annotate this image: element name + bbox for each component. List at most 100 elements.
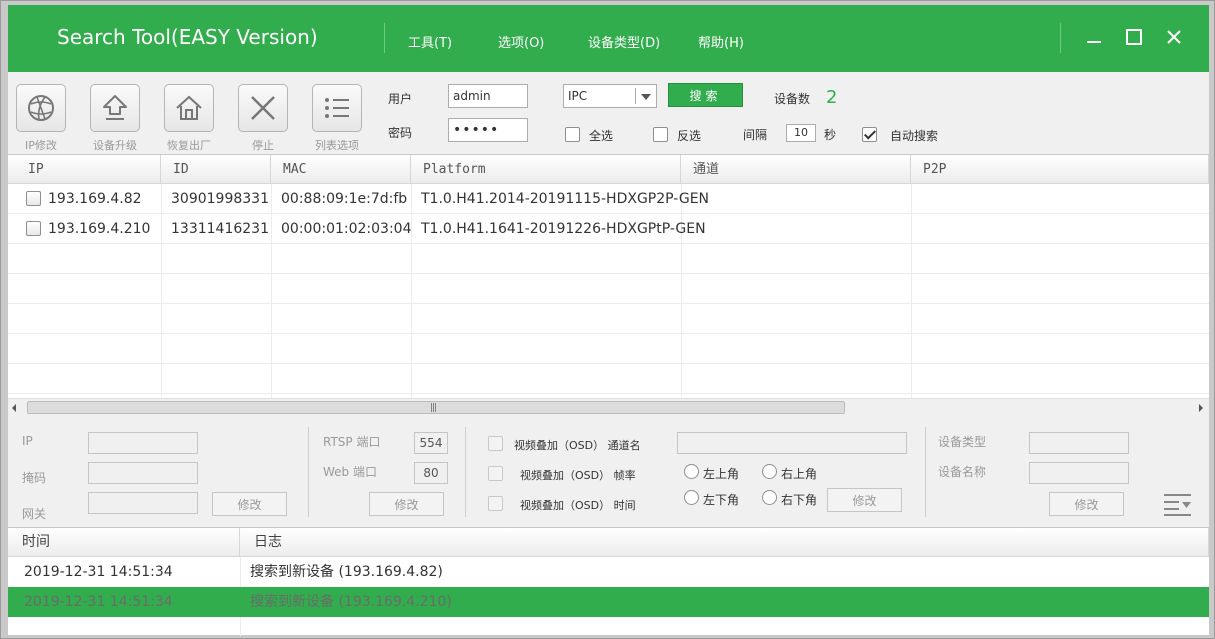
radio-bottom-left[interactable]: [684, 490, 699, 505]
invert-label: 反选: [677, 129, 702, 143]
toolbar: IP修改 设备升级 恢复出厂 停止 列表选项 用户 admin 密码 •••••…: [8, 72, 1209, 154]
modify-device-button[interactable]: 修改: [1049, 492, 1124, 516]
scroll-right-icon[interactable]: [1199, 404, 1203, 412]
tool-label: 设备升级: [93, 139, 137, 152]
menu-device-type[interactable]: 设备类型(D): [588, 32, 660, 51]
close-button[interactable]: [1160, 23, 1188, 51]
log-row[interactable]: 2019-12-31 14:51:34 搜索到新设备 (193.169.4.82…: [8, 557, 1209, 587]
radio-bottom-left-label: 左下角: [703, 493, 740, 507]
horizontal-scrollbar[interactable]: |||: [8, 398, 1209, 415]
cell-mac: 00:88:09:1e:7d:fb: [281, 191, 408, 207]
modify-port-button[interactable]: 修改: [369, 492, 444, 516]
osd-fps-checkbox[interactable]: [488, 466, 503, 481]
ip-input[interactable]: [88, 432, 198, 454]
factory-reset-tool[interactable]: 恢复出厂: [163, 84, 215, 153]
osd-fps-label: 视频叠加（OSD） 帧率: [520, 469, 636, 482]
device-type-select[interactable]: IPC: [563, 84, 657, 108]
device-upgrade-tool[interactable]: 设备升级: [89, 84, 141, 153]
web-port-input[interactable]: 80: [414, 462, 448, 484]
table-row[interactable]: 193.169.4.210 13311416231 00:00:01:02:03…: [8, 214, 1209, 244]
channel-name-input[interactable]: [677, 432, 907, 454]
log-row[interactable]: 2019-12-31 14:51:34 搜索到新设备 (193.169.4.21…: [8, 587, 1209, 617]
device-name-label: 设备名称: [938, 465, 987, 479]
tool-label: 停止: [252, 139, 274, 152]
interval-input[interactable]: 10: [786, 124, 816, 142]
radio-top-left[interactable]: [684, 464, 699, 479]
log-message: 搜索到新设备 (193.169.4.82): [250, 564, 443, 580]
cell-mac: 00:00:01:02:03:04: [281, 221, 412, 237]
menu-options[interactable]: 选项(O): [498, 32, 544, 51]
menu-expand-icon[interactable]: [1163, 491, 1193, 517]
user-input[interactable]: [448, 84, 528, 108]
invert-checkbox[interactable]: [653, 127, 668, 142]
mask-label: 掩码: [22, 471, 47, 485]
log-column-time[interactable]: 时间: [8, 528, 240, 557]
password-label: 密码: [388, 126, 413, 140]
ip-modify-tool[interactable]: IP修改: [15, 84, 67, 153]
modify-network-button[interactable]: 修改: [212, 492, 287, 516]
scroll-left-icon[interactable]: [12, 404, 16, 412]
device-count-label: 设备数: [774, 92, 811, 106]
column-header-p2p[interactable]: P2P: [911, 155, 1209, 184]
osd-time-checkbox[interactable]: [488, 496, 503, 511]
app-title: Search Tool(EASY Version): [57, 25, 318, 49]
select-divider: [635, 88, 636, 104]
column-header-channel[interactable]: 通道: [681, 155, 911, 184]
gateway-input[interactable]: [88, 492, 198, 514]
table-row[interactable]: 193.169.4.82 30901998331 00:88:09:1e:7d:…: [8, 184, 1209, 214]
log-header: 时间 日志: [8, 528, 1209, 557]
radio-top-right-label: 右上角: [781, 467, 818, 481]
column-header-platform[interactable]: Platform: [411, 155, 681, 184]
row-checkbox[interactable]: [26, 191, 41, 206]
empty-row: [8, 244, 1209, 274]
panel-separator: [308, 427, 309, 517]
row-checkbox[interactable]: [26, 221, 41, 236]
device-name-input[interactable]: [1029, 462, 1129, 484]
menu-help[interactable]: 帮助(H): [698, 32, 744, 51]
maximize-button[interactable]: [1120, 23, 1148, 51]
tool-label: IP修改: [25, 139, 57, 152]
search-button[interactable]: 搜索: [668, 83, 743, 107]
minimize-button[interactable]: [1080, 23, 1108, 51]
column-header-mac[interactable]: MAC: [271, 155, 411, 184]
radio-bottom-right[interactable]: [762, 490, 777, 505]
radio-bottom-right-label: 右下角: [781, 493, 818, 507]
scrollbar-thumb[interactable]: |||: [27, 401, 845, 414]
log-column-message[interactable]: 日志: [240, 528, 1209, 557]
password-input[interactable]: •••••: [448, 118, 528, 142]
auto-search-checkbox[interactable]: [862, 127, 877, 142]
device-table: IP ID MAC Platform 通道 P2P 193.169.4.82 3…: [8, 154, 1209, 415]
upload-arrow-icon: [103, 95, 127, 120]
select-all-checkbox[interactable]: [565, 127, 580, 142]
radio-top-right[interactable]: [762, 464, 777, 479]
osd-channel-checkbox[interactable]: [488, 436, 503, 451]
globe-icon: [28, 95, 54, 121]
config-panel: IP 掩码 网关 修改 RTSP 端口 554 Web 端口 80 修改 视频叠…: [8, 415, 1209, 527]
osd-time-label: 视频叠加（OSD） 时间: [520, 499, 636, 512]
chevron-down-icon: [641, 94, 651, 100]
table-header: IP ID MAC Platform 通道 P2P: [8, 155, 1209, 184]
user-label: 用户: [388, 92, 413, 106]
list-options-tool[interactable]: 列表选项: [311, 84, 363, 153]
column-header-id[interactable]: ID: [161, 155, 271, 184]
title-bar[interactable]: Search Tool(EASY Version) 工具(T) 选项(O) 设备…: [8, 5, 1209, 72]
gateway-label: 网关: [22, 507, 47, 521]
tool-label: 列表选项: [315, 139, 359, 152]
select-all-label: 全选: [589, 129, 614, 143]
modify-osd-button[interactable]: 修改: [827, 488, 902, 512]
title-separator: [1060, 23, 1061, 53]
ip-label: IP: [22, 434, 33, 448]
cell-platform: T1.0.H41.2014-20191115-HDXGP2P-GEN: [421, 191, 710, 207]
x-icon: [251, 96, 275, 120]
mask-input[interactable]: [88, 462, 198, 484]
log-time: 2019-12-31 14:51:34: [24, 594, 173, 610]
column-header-ip[interactable]: IP: [8, 155, 161, 184]
radio-top-left-label: 左上角: [703, 467, 740, 481]
menu-tools[interactable]: 工具(T): [408, 32, 452, 51]
device-type-input[interactable]: [1029, 432, 1129, 454]
interval-label: 间隔: [743, 128, 768, 142]
stop-tool[interactable]: 停止: [237, 84, 289, 153]
close-icon: [1167, 30, 1181, 44]
empty-row: [8, 364, 1209, 394]
rtsp-port-input[interactable]: 554: [414, 432, 448, 454]
